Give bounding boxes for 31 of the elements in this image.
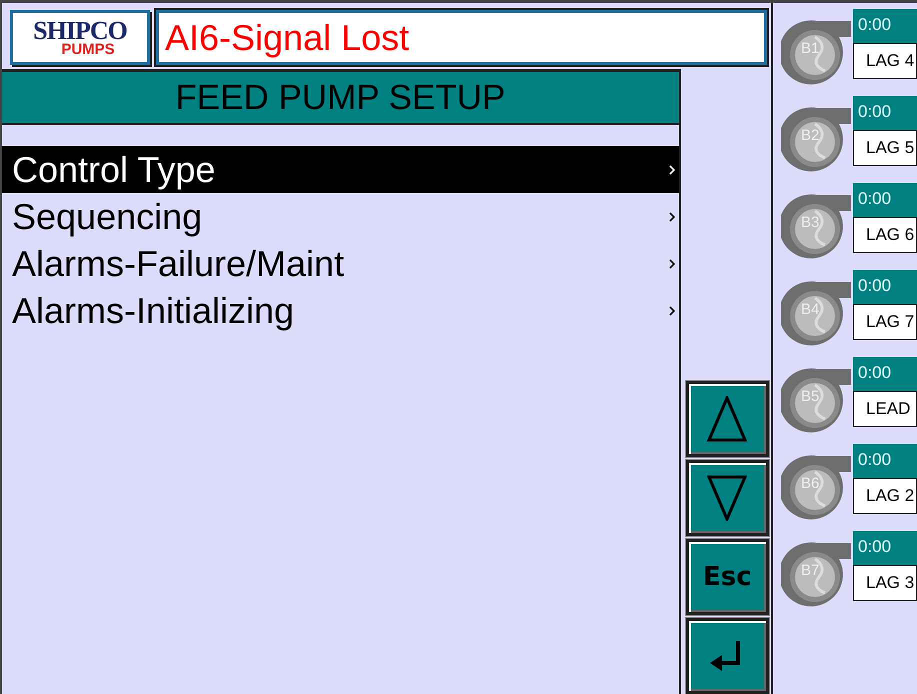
up-button[interactable]	[686, 381, 769, 457]
run-time: 0:00	[853, 96, 917, 130]
menu-item[interactable]: Alarms-Failure/Maint	[2, 240, 679, 287]
menu-item[interactable]: Alarms-Initializing	[2, 287, 679, 334]
pump-role-field: LAG 2	[853, 478, 917, 514]
run-time: 0:00	[853, 9, 917, 43]
run-time: 0:00	[853, 183, 917, 217]
pump-role-field: LAG 3	[853, 565, 917, 601]
run-time: 0:00	[853, 444, 917, 478]
alarm-field: AI6-Signal Lost	[156, 10, 767, 65]
escape-button[interactable]: Esc	[686, 539, 769, 615]
pump-role-field: LEAD	[853, 391, 917, 427]
pump-role-field: LAG 5	[853, 130, 917, 166]
pump-role-field: LAG 6	[853, 217, 917, 253]
logo: SHIPCO PUMPS	[10, 10, 150, 65]
chevron-icon	[668, 212, 675, 222]
down-button[interactable]	[686, 460, 769, 536]
enter-button[interactable]	[686, 618, 769, 694]
run-time: 0:00	[853, 270, 917, 304]
menu-item[interactable]: Control Type	[2, 146, 679, 193]
run-time: 0:00	[853, 531, 917, 565]
chevron-icon	[668, 306, 675, 316]
chevron-icon	[668, 164, 675, 174]
up-triangle-icon	[707, 396, 748, 442]
down-triangle-icon	[707, 475, 748, 521]
pump-role-field: LAG 7	[853, 304, 917, 340]
screen-title: FEED PUMP SETUP	[2, 69, 679, 125]
chevron-icon	[668, 258, 675, 268]
menu-item[interactable]: Sequencing	[2, 193, 679, 240]
pump-role-field: LAG 4	[853, 43, 917, 79]
run-time: 0:00	[853, 357, 917, 391]
